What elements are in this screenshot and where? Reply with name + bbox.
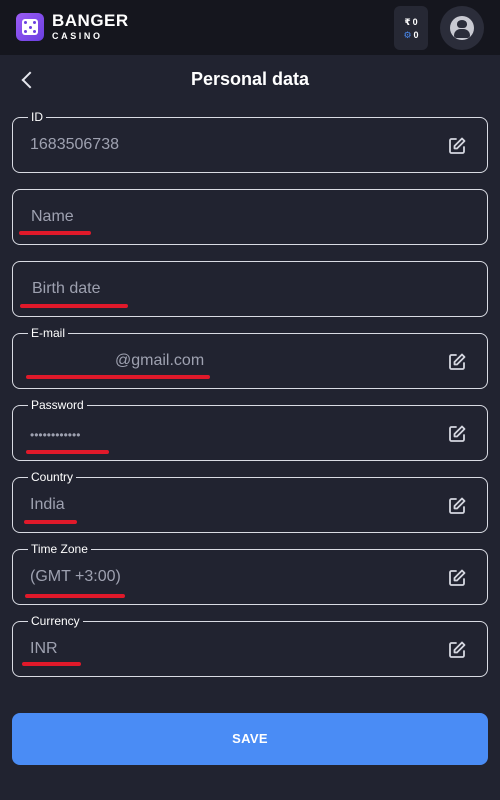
time-zone-label: Time Zone [28,542,91,556]
annotation-underline [26,375,210,379]
annotation-underline [26,450,109,454]
currency-value: INR [30,640,58,657]
edit-icon[interactable] [447,568,467,588]
id-value: 1683506738 [30,136,119,153]
id-label: ID [28,110,46,124]
currency-balance: ₹0 [394,17,428,27]
brand-logo[interactable]: BANGER CASINO [52,12,129,42]
annotation-underline [24,520,77,524]
save-button[interactable]: SAVE [12,713,488,765]
bonus-balance-value: 0 [413,30,419,40]
currency-label: Currency [28,614,83,628]
edit-icon[interactable] [447,424,467,444]
annotation-underline [20,304,128,308]
email-field[interactable]: E-mail @gmail.com [12,326,488,389]
currency-balance-value: 0 [412,17,418,27]
edit-icon[interactable] [447,136,467,156]
currency-field[interactable]: Currency INR [12,614,488,677]
id-field: ID 1683506738 [12,110,488,173]
name-field[interactable]: Name [12,189,488,245]
password-field[interactable]: Password •••••••••••• [12,398,488,461]
password-label: Password [28,398,87,412]
edit-icon[interactable] [447,352,467,372]
birth-date-placeholder: Birth date [32,280,101,297]
brand-subtitle: CASINO [52,31,103,41]
brand-title: BANGER [52,11,129,30]
casino-logo-icon[interactable] [16,13,44,41]
password-value: •••••••••••• [30,428,81,442]
country-field[interactable]: Country India [12,470,488,533]
coin-icon: ⚙ [403,30,412,40]
country-value: India [30,496,65,513]
page-title: Personal data [190,69,310,89]
annotation-underline [22,662,81,666]
time-zone-value: (GMT +3:00) [30,568,121,585]
birth-date-field[interactable]: Birth date [12,261,488,317]
country-label: Country [28,470,77,484]
user-icon [450,16,474,40]
balance-widget[interactable]: ₹0 ⚙ 0 [394,6,428,50]
email-value: @gmail.com [115,352,205,369]
email-label: E-mail [28,326,69,340]
edit-icon[interactable] [447,496,467,516]
annotation-underline [19,231,91,235]
top-bar: BANGER CASINO ₹0 ⚙ 0 [0,0,500,55]
edit-icon[interactable] [447,640,467,660]
annotation-underline [25,594,125,598]
bonus-balance: ⚙ 0 [394,30,428,40]
name-placeholder: Name [31,208,74,225]
time-zone-field[interactable]: Time Zone (GMT +3:00) [12,542,488,605]
rupee-icon: ₹ [404,17,411,27]
profile-avatar-button[interactable] [440,6,484,50]
